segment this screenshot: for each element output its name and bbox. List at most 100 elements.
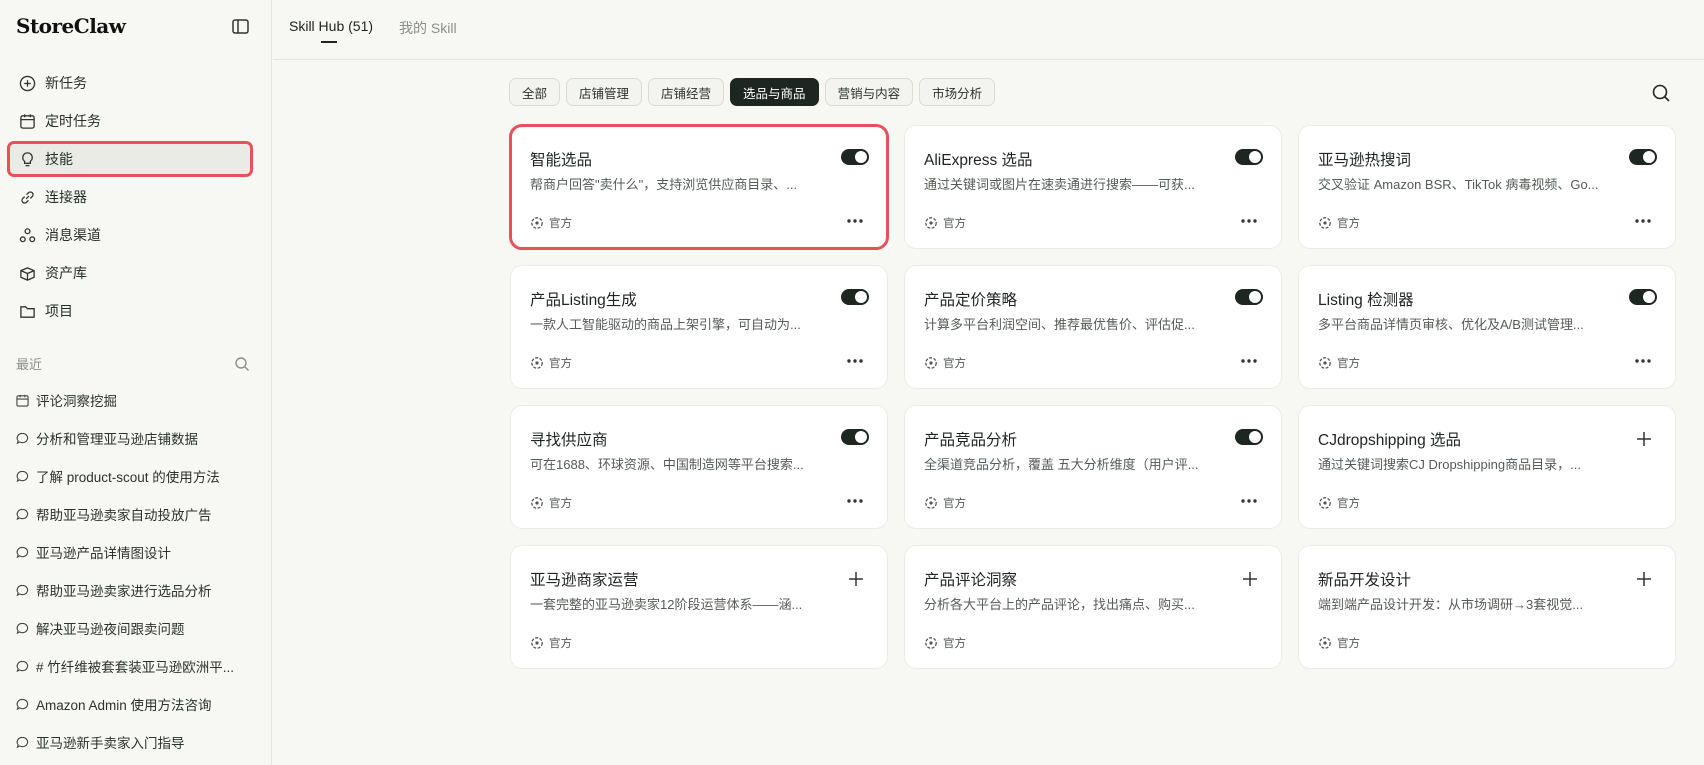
search-icon[interactable] xyxy=(1650,82,1672,104)
folder-icon xyxy=(18,302,36,320)
enable-toggle[interactable] xyxy=(1235,429,1263,445)
nav-label: 技能 xyxy=(45,151,73,167)
add-icon[interactable] xyxy=(1635,570,1653,588)
more-icon[interactable] xyxy=(845,214,865,228)
more-icon[interactable] xyxy=(845,494,865,508)
skill-card[interactable]: 新品开发设计 端到端产品设计开发：从市场调研→3套视觉... 官方 xyxy=(1298,545,1676,669)
official-badge: 官方 xyxy=(1318,495,1360,511)
enable-toggle[interactable] xyxy=(1629,149,1657,165)
recent-item-label: 亚马逊产品详情图设计 xyxy=(36,546,171,561)
tab-my-skill[interactable]: 我的 Skill xyxy=(399,18,457,38)
skill-description: 可在1688、环球资源、中国制造网等平台搜索... xyxy=(530,457,804,472)
add-icon[interactable] xyxy=(1241,570,1259,588)
skill-card[interactable]: 产品定价策略 计算多平台利润空间、推荐最优售价、评估促... 官方 xyxy=(904,265,1282,389)
sidebar-toggle-icon[interactable] xyxy=(230,16,252,38)
nav-channels[interactable]: 消息渠道 xyxy=(8,218,252,252)
chat-icon xyxy=(16,583,30,597)
recent-item[interactable]: 帮助亚马逊卖家自动投放广告 xyxy=(16,495,256,533)
official-badge: 官方 xyxy=(530,635,572,651)
official-badge-icon xyxy=(925,357,937,369)
recent-item-label: 评论洞察挖掘 xyxy=(36,394,117,409)
official-badge-icon xyxy=(531,497,543,509)
official-badge-icon xyxy=(1319,217,1331,229)
official-badge-icon xyxy=(925,497,937,509)
recent-item[interactable]: 帮助亚马逊卖家进行选品分析 xyxy=(16,571,256,609)
skill-card[interactable]: 亚马逊热搜词 交叉验证 Amazon BSR、TikTok 病毒视频、Go... 官… xyxy=(1298,125,1676,249)
skill-card[interactable]: AliExpress 选品 通过关键词或图片在速卖通进行搜索——可获... 官方 xyxy=(904,125,1282,249)
skill-card[interactable]: 产品评论洞察 分析各大平台上的产品评论，找出痛点、购买... 官方 xyxy=(904,545,1282,669)
recent-item[interactable]: 评论洞察挖掘 xyxy=(16,381,256,419)
recent-item-label: # 竹纤维被套套装亚马逊欧洲平... xyxy=(36,660,235,675)
enable-toggle[interactable] xyxy=(841,289,869,305)
filter-market-analysis[interactable]: 市场分析 xyxy=(919,78,996,106)
nav-scheduled-tasks[interactable]: 定时任务 xyxy=(8,104,252,138)
filter-all[interactable]: 全部 xyxy=(509,78,561,106)
more-icon[interactable] xyxy=(1239,214,1259,228)
official-label: 官方 xyxy=(1337,498,1360,510)
add-icon[interactable] xyxy=(1635,430,1653,448)
link-icon xyxy=(18,188,36,206)
chat-icon xyxy=(16,431,30,445)
recent-item-label: 帮助亚马逊卖家自动投放广告 xyxy=(36,508,212,523)
lightbulb-icon xyxy=(18,150,36,168)
skill-description: 帮商户回答"卖什么"，支持浏览供应商目录、... xyxy=(530,177,798,192)
enable-toggle[interactable] xyxy=(1629,289,1657,305)
official-label: 官方 xyxy=(549,498,572,510)
nav-skills[interactable]: 技能 xyxy=(7,141,253,177)
nav-label: 连接器 xyxy=(45,189,87,205)
official-badge: 官方 xyxy=(530,495,572,511)
recent-item[interactable]: 亚马逊产品详情图设计 xyxy=(16,533,256,571)
nav-projects[interactable]: 项目 xyxy=(8,294,252,328)
recent-label: 最近 xyxy=(16,357,43,372)
nav-label: 新任务 xyxy=(45,75,87,91)
official-badge: 官方 xyxy=(924,495,966,511)
official-badge: 官方 xyxy=(1318,215,1360,231)
skill-card[interactable]: 智能选品 帮商户回答"卖什么"，支持浏览供应商目录、... 官方 xyxy=(509,124,889,250)
enable-toggle[interactable] xyxy=(1235,149,1263,165)
chat-icon xyxy=(16,507,30,521)
skill-card[interactable]: 产品竞品分析 全渠道竞品分析，覆盖 五大分析维度（用户评... 官方 xyxy=(904,405,1282,529)
nav-new-task[interactable]: 新任务 xyxy=(8,66,252,100)
official-label: 官方 xyxy=(943,358,966,370)
filter-product-selection[interactable]: 选品与商品 xyxy=(730,78,819,106)
enable-toggle[interactable] xyxy=(1235,289,1263,305)
search-icon[interactable] xyxy=(234,356,250,372)
official-badge-icon xyxy=(1319,637,1331,649)
skill-card[interactable]: 产品Listing生成 一款人工智能驱动的商品上架引擎，可自动为... 官方 xyxy=(510,265,888,389)
official-badge: 官方 xyxy=(1318,355,1360,371)
official-badge: 官方 xyxy=(530,355,572,371)
tab-skill-hub[interactable]: Skill Hub (51) xyxy=(289,18,373,43)
skill-card[interactable]: 亚马逊商家运营 一套完整的亚马逊卖家12阶段运营体系——涵... 官方 xyxy=(510,545,888,669)
skill-card[interactable]: 寻找供应商可在1688、环球资源、中国制造网等平台搜索... 官方 xyxy=(510,405,888,529)
skill-description: 交叉验证 Amazon BSR、TikTok 病毒视频、Go... xyxy=(1318,177,1599,192)
recent-item[interactable]: Amazon Admin 使用方法咨询 xyxy=(16,685,256,723)
recent-item[interactable]: 了解 product-scout 的使用方法 xyxy=(16,457,256,495)
more-icon[interactable] xyxy=(1239,354,1259,368)
more-icon[interactable] xyxy=(1633,214,1653,228)
skill-card[interactable]: CJdropshipping 选品 通过关键词搜索CJ Dropshipping商… xyxy=(1298,405,1676,529)
recent-item[interactable]: 解决亚马逊夜间跟卖问题 xyxy=(16,609,256,647)
official-badge: 官方 xyxy=(1318,635,1360,651)
enable-toggle[interactable] xyxy=(841,149,869,165)
skill-card[interactable]: Listing 检测器 多平台商品详情页审核、优化及A/B测试管理... 官方 xyxy=(1298,265,1676,389)
more-icon[interactable] xyxy=(1239,494,1259,508)
recent-item[interactable]: 亚马逊新手卖家入门指导 xyxy=(16,723,256,761)
more-icon[interactable] xyxy=(845,354,865,368)
chat-icon xyxy=(16,659,30,673)
nav-connectors[interactable]: 连接器 xyxy=(8,180,252,214)
skill-description: 分析各大平台上的产品评论，找出痛点、购买... xyxy=(924,597,1195,612)
skill-title: Listing 检测器 xyxy=(1318,292,1414,309)
nav-assets[interactable]: 资产库 xyxy=(8,256,252,290)
recent-item[interactable]: 分析和管理亚马逊店铺数据 xyxy=(16,419,256,457)
skill-title: 寻找供应商 xyxy=(530,432,608,449)
more-icon[interactable] xyxy=(1633,354,1653,368)
filter-store-operation[interactable]: 店铺经营 xyxy=(648,78,725,106)
skill-grid: 智能选品 帮商户回答"卖什么"，支持浏览供应商目录、... 官方 AliExpress… xyxy=(509,124,1676,669)
filter-store-management[interactable]: 店铺管理 xyxy=(566,78,643,106)
official-badge-icon xyxy=(925,217,937,229)
filter-marketing-content[interactable]: 营销与内容 xyxy=(824,78,914,106)
category-filters: 全部 店铺管理 店铺经营 选品与商品 营销与内容 市场分析 xyxy=(509,78,996,106)
add-icon[interactable] xyxy=(847,570,865,588)
enable-toggle[interactable] xyxy=(841,429,869,445)
recent-item[interactable]: # 竹纤维被套套装亚马逊欧洲平... xyxy=(16,647,256,685)
